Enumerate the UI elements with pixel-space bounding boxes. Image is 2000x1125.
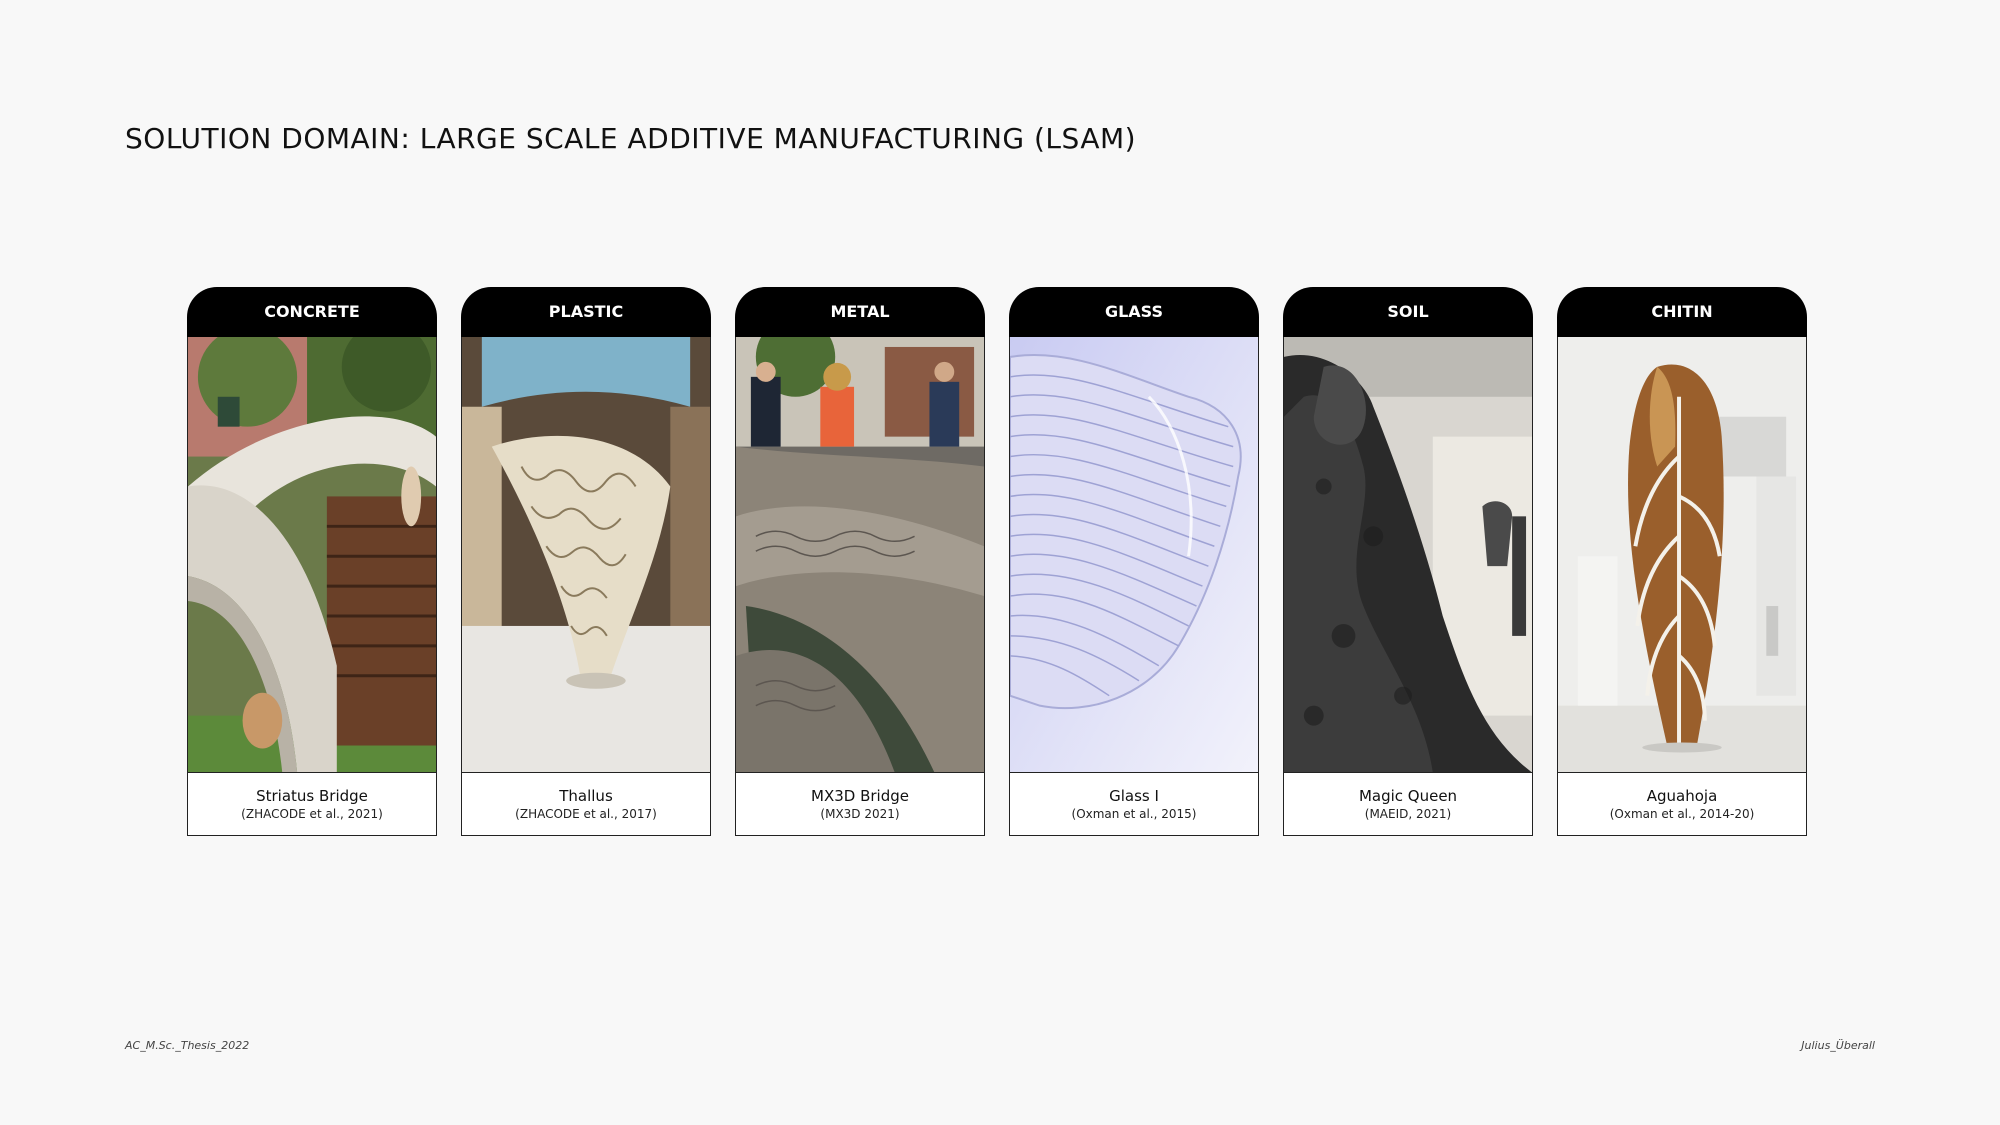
aguahoja-image (1557, 336, 1807, 773)
card-soil: SOIL Magic Queen (MAEID, 2021) (1283, 287, 1533, 836)
project-reference: (MX3D 2021) (820, 807, 900, 822)
project-name: Magic Queen (1358, 787, 1458, 806)
card-header: PLASTIC (461, 287, 711, 337)
footer-thesis-label: AC_M.Sc._Thesis_2022 (125, 1039, 250, 1052)
project-name: Thallus (559, 787, 613, 806)
material-cards: CONCRETE Striatus Bridge (ZHACODE et al.… (187, 287, 1807, 836)
striatus-bridge-image (187, 336, 437, 773)
card-header: GLASS (1009, 287, 1259, 337)
glass-i-image (1009, 336, 1259, 773)
project-reference: (MAEID, 2021) (1364, 807, 1452, 822)
project-reference: (ZHACODE et al., 2017) (515, 807, 657, 822)
project-reference: (Oxman et al., 2014-20) (1609, 807, 1755, 822)
project-name: MX3D Bridge (811, 787, 909, 806)
card-header: METAL (735, 287, 985, 337)
page-title: SOLUTION DOMAIN: LARGE SCALE ADDITIVE MA… (125, 122, 1137, 155)
project-name: Striatus Bridge (256, 787, 368, 806)
card-caption: Thallus (ZHACODE et al., 2017) (461, 772, 711, 836)
card-chitin: CHITIN Aguahoja (Oxman et al., 2014-20) (1557, 287, 1807, 836)
project-name: Aguahoja (1646, 787, 1718, 806)
card-caption: Glass I (Oxman et al., 2015) (1009, 772, 1259, 836)
card-caption: Magic Queen (MAEID, 2021) (1283, 772, 1533, 836)
card-caption: Aguahoja (Oxman et al., 2014-20) (1557, 772, 1807, 836)
project-name: Glass I (1109, 787, 1159, 806)
footer-author-label: Julius_Überall (1801, 1039, 1875, 1052)
card-caption: MX3D Bridge (MX3D 2021) (735, 772, 985, 836)
card-plastic: PLASTIC Thallus (ZHACODE et al., 2017) (461, 287, 711, 836)
card-header: CHITIN (1557, 287, 1807, 337)
card-glass: GLASS Glass I (Oxman et al., 2015) (1009, 287, 1259, 836)
card-caption: Striatus Bridge (ZHACODE et al., 2021) (187, 772, 437, 836)
magic-queen-image (1283, 336, 1533, 773)
project-reference: (Oxman et al., 2015) (1071, 807, 1197, 822)
card-header: CONCRETE (187, 287, 437, 337)
project-reference: (ZHACODE et al., 2021) (241, 807, 383, 822)
thallus-image (461, 336, 711, 773)
card-metal: METAL MX3D Bridge (MX3D 2021) (735, 287, 985, 836)
mx3d-bridge-image (735, 336, 985, 773)
card-header: SOIL (1283, 287, 1533, 337)
card-concrete: CONCRETE Striatus Bridge (ZHACODE et al.… (187, 287, 437, 836)
